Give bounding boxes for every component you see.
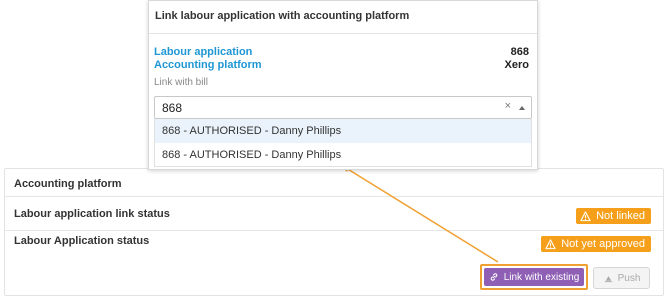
not-linked-text: Not linked <box>596 210 645 222</box>
link-icon <box>490 273 497 281</box>
labour-application-value: 868 <box>510 46 529 58</box>
link-dialog: Link labour application with accounting … <box>148 0 538 170</box>
dialog-title: Link labour application with accounting … <box>155 10 410 22</box>
warning-icon <box>545 238 556 249</box>
dialog-header: Link labour application with accounting … <box>149 1 537 34</box>
not-yet-approved-text: Not yet approved <box>561 238 645 250</box>
link-with-existing-button[interactable]: Link with existing <box>484 268 584 286</box>
bill-option[interactable]: 868 - AUTHORISED - Danny Phillips <box>154 143 532 167</box>
link-with-existing-label: Link with existing <box>503 271 580 283</box>
warning-icon <box>580 210 591 221</box>
accounting-platform-link[interactable]: Accounting platform <box>154 59 262 71</box>
link-with-bill-label: Link with bill <box>154 77 208 88</box>
link-status-label: Labour application link status <box>14 208 170 220</box>
accounting-platform-label: Accounting platform <box>14 178 122 190</box>
labour-application-link[interactable]: Labour application <box>154 46 252 58</box>
bill-option[interactable]: 868 - AUTHORISED - Danny Phillips <box>154 119 532 143</box>
clear-icon[interactable]: × <box>505 100 511 112</box>
accounting-platform-value: Xero <box>504 59 529 71</box>
bill-search-value: 868 <box>162 101 183 115</box>
app-status-label: Labour Application status <box>14 235 150 247</box>
not-linked-badge: Not linked <box>576 208 651 224</box>
cloud-upload-icon <box>604 276 612 283</box>
link-with-existing-highlight: Link with existing <box>480 264 588 290</box>
app-status-row: Labour Application status Not yet approv… <box>5 231 663 259</box>
not-yet-approved-badge: Not yet approved <box>541 236 651 252</box>
chevron-up-icon[interactable] <box>519 106 525 110</box>
link-status-row: Labour application link status Not linke… <box>5 203 663 231</box>
push-label: Push <box>617 272 641 284</box>
accounting-platform-row: Accounting platform <box>5 169 663 197</box>
bill-search-select[interactable]: 868 × <box>154 96 532 119</box>
push-button[interactable]: Push <box>593 267 650 289</box>
